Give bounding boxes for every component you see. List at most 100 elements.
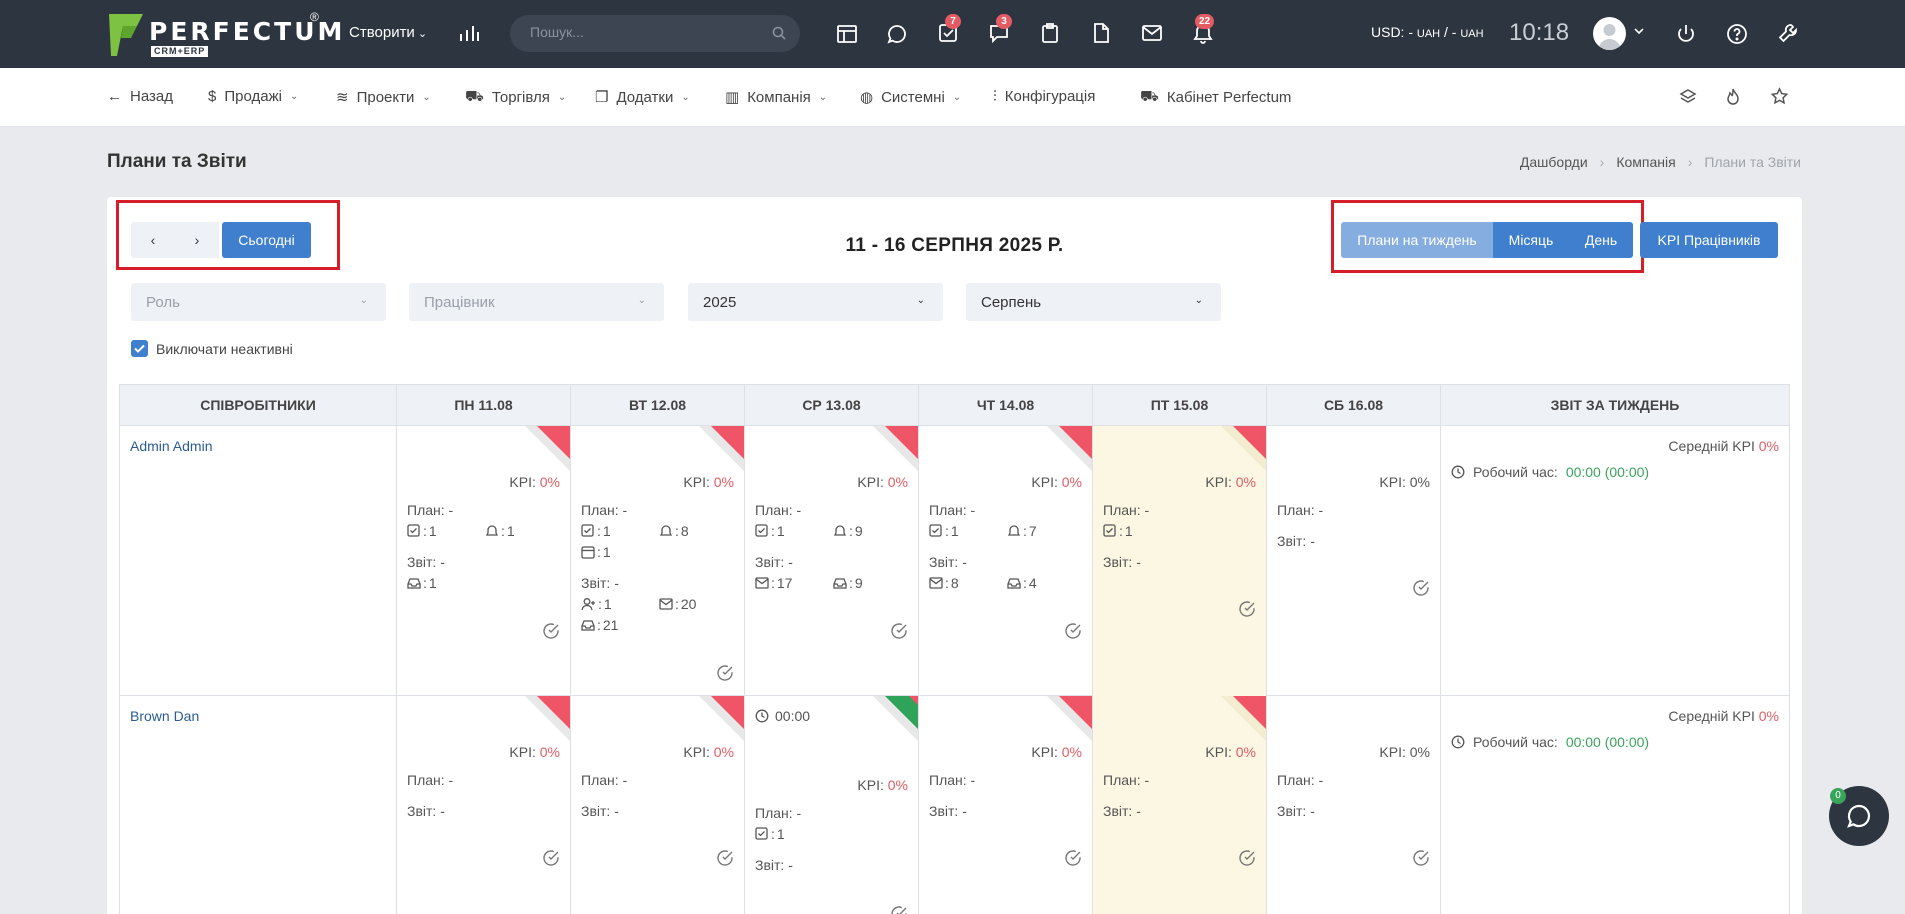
report-inbox: : 9 [833,575,863,593]
stack-icon[interactable] [1679,88,1697,106]
nav-addons-label: Додатки [616,88,674,106]
task-check-icon [929,524,942,537]
work-time-value: 00:00 (00:00) [1565,734,1650,750]
check-circle-icon[interactable] [1412,579,1430,597]
copy-icon: ❐ [595,89,609,106]
exclude-inactive-checkbox[interactable]: Виключати неактивні [131,340,293,357]
nav-addons[interactable]: ❐ Додатки ⌄ [595,88,690,107]
day-cell[interactable]: 00:00 KPI: 0% План: - : 1 Звіт: - [745,696,919,914]
employee-select[interactable]: Працівник ⌄ [409,283,664,321]
chevron-down-icon: ⌄ [422,91,431,103]
employee-link[interactable]: Brown Dan [130,708,199,724]
status-ribbon-red [699,426,744,471]
week-report-cell: Середній KPI 0% Робочий час: 00:00 (00:0… [1441,426,1790,696]
nav-trade[interactable]: ⛟ Торгівля ⌄ [465,88,566,107]
mail-count: 8 [950,575,959,591]
document-icon[interactable] [1091,22,1111,44]
mail-icon[interactable] [1141,24,1163,42]
report-label: Звіт: - [929,803,967,819]
day-kpi: KPI: 0% [857,474,908,490]
report-label: Звіт: - [407,554,445,570]
nav-back[interactable]: ← Назад [107,88,173,105]
search-box[interactable] [510,15,800,52]
chart-bars-icon[interactable] [458,23,480,43]
currency-rate[interactable]: USD: - UAH / - UAH [1371,24,1484,40]
reminders-count: 8 [680,523,689,539]
wrench-icon[interactable] [1777,22,1799,44]
check-circle-icon[interactable] [716,664,734,682]
check-circle-icon[interactable] [890,622,908,640]
day-cell-today[interactable]: KPI: 0% План: - Звіт: - [1093,696,1267,914]
star-icon[interactable] [1770,87,1789,106]
day-cell[interactable]: KPI: 0% План: - : 1 : 1 Звіт: - : 1 [397,426,571,696]
plan-label: План: - [755,502,802,518]
employee-link[interactable]: Admin Admin [130,438,212,454]
day-cell[interactable]: KPI: 0% План: - Звіт: - [397,696,571,914]
help-icon[interactable] [1726,23,1748,45]
nav-cabinet[interactable]: ⛟ Кабінет Perfectum [1140,88,1291,107]
day-cell[interactable]: KPI: 0% План: - : 1 : 8 : 1 Звіт: - : 1 … [571,426,745,696]
check-circle-icon[interactable] [1412,849,1430,867]
nav-company[interactable]: ▥ Компанія ⌄ [725,88,827,107]
task-check-icon [755,827,768,840]
chat-bubble-icon[interactable] [886,23,908,45]
task-check-icon [1103,524,1116,537]
kpi-employees-button[interactable]: KPI Працівників [1640,222,1778,258]
month-select[interactable]: Серпень ⌄ [966,283,1221,321]
create-menu[interactable]: Створити ⌄ [349,24,427,41]
search-input[interactable] [530,24,760,40]
day-cell-today[interactable]: KPI: 0% План: - : 1 Звіт: - [1093,426,1267,696]
nav-config[interactable]: ⫶ Конфігурація [993,88,1095,105]
day-cell[interactable]: KPI: 0% План: - : 1 : 7 Звіт: - : 8 : 4 [919,426,1093,696]
year-select[interactable]: 2025 ⌄ [688,283,943,321]
sliders-icon: ⫶ [993,88,997,105]
day-cell[interactable]: KPI: 0% План: - Звіт: - [919,696,1093,914]
chevron-down-icon: ⌄ [916,295,925,306]
day-cell[interactable]: KPI: 0% План: - Звіт: - [571,696,745,914]
nav-config-label: Конфігурація [1004,88,1096,105]
breadcrumb-dashboards[interactable]: Дашборди [1520,154,1588,170]
avg-kpi-value: 0% [1758,438,1779,454]
check-circle-icon[interactable] [1238,600,1256,618]
chat-badge: 0 [1830,788,1846,804]
fire-icon[interactable] [1725,87,1741,106]
breadcrumb-company[interactable]: Компанія [1616,154,1675,170]
col-employees: СПІВРОБІТНИКИ [120,385,397,425]
day-cell[interactable]: KPI: 0% План: - : 1 : 9 Звіт: - : 17 : 9 [745,426,919,696]
work-time-label: Робочий час: [1473,734,1558,750]
chat-bubble-icon [1847,804,1871,828]
chat-button[interactable]: 0 [1829,786,1889,846]
status-ribbon-red [525,696,570,741]
kpi-value: 0% [887,474,908,490]
chevron-down-icon: ⌄ [681,91,690,103]
check-circle-icon[interactable] [716,849,734,867]
avatar[interactable] [1593,17,1626,50]
inbox-icon [407,578,421,589]
nav-system-label: Системні [881,88,945,106]
check-circle-icon[interactable] [542,622,560,640]
power-icon[interactable] [1676,23,1696,45]
logged-time: 00:00 [755,708,810,724]
chevron-down-icon[interactable] [1634,28,1644,35]
day-cell[interactable]: KPI: 0% План: - Звіт: - [1267,426,1441,696]
day-cell[interactable]: KPI: 0% План: - Звіт: - [1267,696,1441,914]
check-circle-icon[interactable] [890,905,908,914]
plan-reminders: : 7 [1007,523,1037,541]
tasks-count: 1 [776,523,785,539]
role-select[interactable]: Роль ⌄ [131,283,386,321]
plan-tasks: : 1 [755,523,785,541]
nav-sales[interactable]: $ Продажі ⌄ [208,88,298,105]
kpi-label: KPI: [1379,474,1410,490]
plan-tasks: : 1 [581,523,611,541]
check-circle-icon[interactable] [542,849,560,867]
check-circle-icon[interactable] [1064,849,1082,867]
check-circle-icon[interactable] [1064,622,1082,640]
kpi-label: KPI: [509,474,540,490]
checkbox-checked-icon[interactable] [131,340,148,357]
clipboard-icon[interactable] [1040,22,1060,44]
check-circle-icon[interactable] [1238,849,1256,867]
calendar-table-icon[interactable] [836,24,858,44]
nav-system[interactable]: ◍ Системні ⌄ [860,88,961,107]
report-label: Звіт: - [1277,533,1315,549]
nav-projects[interactable]: ≋ Проекти ⌄ [336,88,431,107]
